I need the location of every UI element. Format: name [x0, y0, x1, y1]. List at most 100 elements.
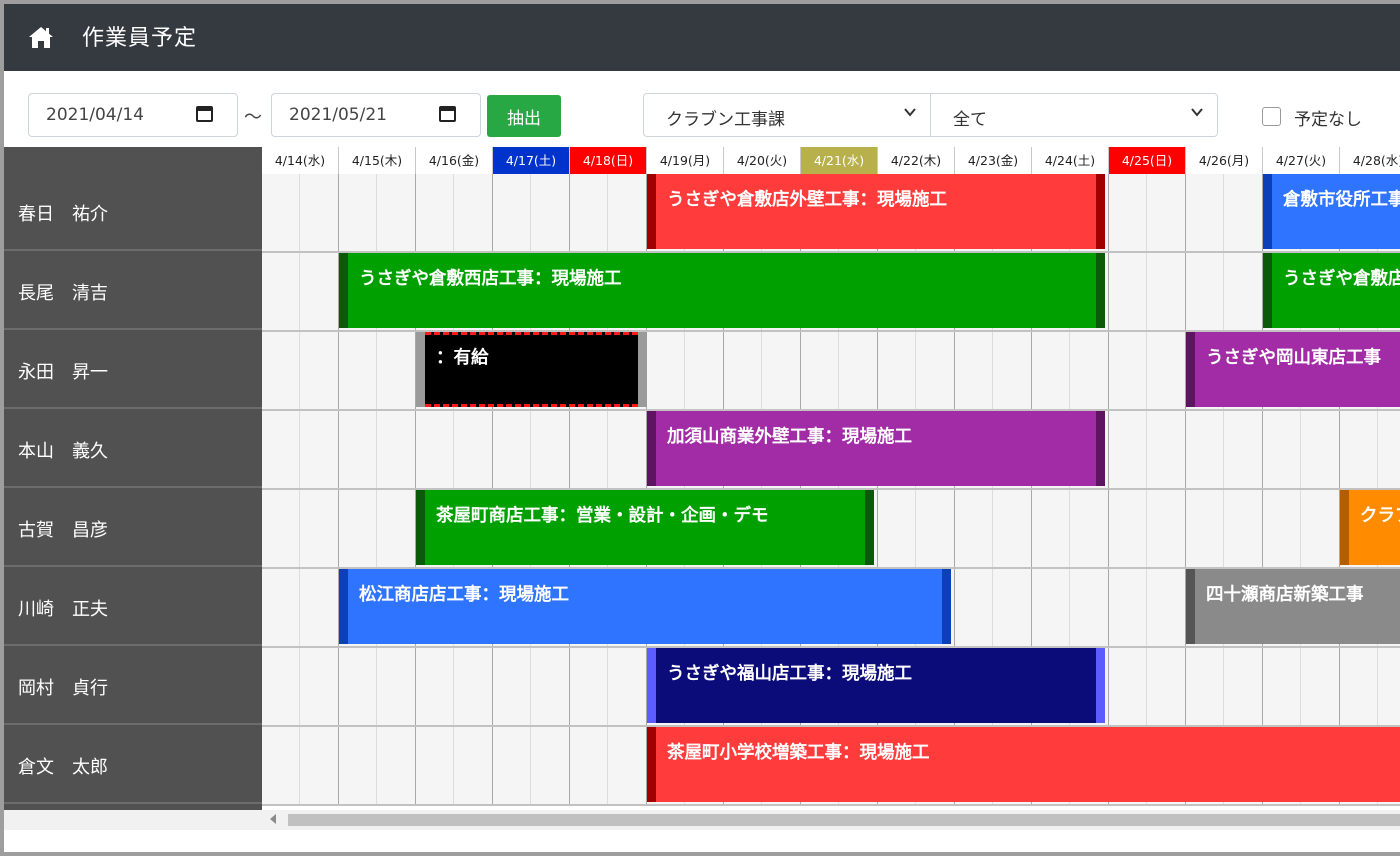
- schedule-slot[interactable]: [685, 332, 724, 409]
- task-bar-left-handle[interactable]: [1186, 569, 1195, 644]
- schedule-slot[interactable]: [1301, 490, 1340, 567]
- schedule-slot[interactable]: [1070, 332, 1109, 409]
- schedule-slot[interactable]: [1147, 253, 1186, 330]
- schedule-slot[interactable]: [454, 727, 493, 804]
- schedule-slot[interactable]: [1224, 411, 1263, 488]
- schedule-slot[interactable]: [801, 332, 839, 409]
- schedule-slot[interactable]: [878, 332, 916, 409]
- schedule-slot[interactable]: [531, 727, 570, 804]
- task-bar-left-handle[interactable]: [416, 490, 425, 565]
- schedule-slot[interactable]: [1109, 490, 1147, 567]
- schedule-slot[interactable]: [377, 727, 416, 804]
- task-bar-left-handle[interactable]: [647, 411, 656, 486]
- schedule-slot[interactable]: [570, 411, 608, 488]
- schedule-slot[interactable]: [1109, 253, 1147, 330]
- schedule-slot[interactable]: [647, 332, 685, 409]
- schedule-slot[interactable]: [724, 332, 762, 409]
- schedule-slot[interactable]: [1147, 332, 1186, 409]
- no-schedule-checkbox[interactable]: [1262, 107, 1281, 126]
- schedule-slot[interactable]: [1263, 490, 1301, 567]
- schedule-slot[interactable]: [1263, 411, 1301, 488]
- schedule-slot[interactable]: [300, 411, 339, 488]
- schedule-slot[interactable]: [570, 727, 608, 804]
- schedule-slot[interactable]: [1186, 411, 1224, 488]
- schedule-slot[interactable]: [1301, 648, 1340, 725]
- schedule-slot[interactable]: [1224, 253, 1263, 330]
- schedule-slot[interactable]: [1070, 569, 1109, 646]
- task-bar[interactable]: 四十瀬商店新築工事: [1186, 569, 1400, 644]
- schedule-slot[interactable]: [300, 569, 339, 646]
- schedule-slot[interactable]: [608, 648, 647, 725]
- schedule-slot[interactable]: [1032, 332, 1070, 409]
- schedule-slot[interactable]: [1147, 569, 1186, 646]
- task-bar-right-handle[interactable]: [1096, 648, 1105, 723]
- schedule-slot[interactable]: [416, 174, 454, 251]
- schedule-slot[interactable]: [493, 727, 531, 804]
- task-bar-right-handle[interactable]: [1096, 411, 1105, 486]
- schedule-slot[interactable]: [1378, 648, 1400, 725]
- scroll-left-icon[interactable]: [270, 814, 276, 824]
- schedule-slot[interactable]: [262, 490, 300, 567]
- schedule-slot[interactable]: [1109, 569, 1147, 646]
- schedule-slot[interactable]: [1109, 648, 1147, 725]
- schedule-slot[interactable]: [300, 648, 339, 725]
- schedule-slot[interactable]: [493, 648, 531, 725]
- schedule-slot[interactable]: [1186, 174, 1224, 251]
- schedule-slot[interactable]: [339, 490, 377, 567]
- schedule-slot[interactable]: [300, 174, 339, 251]
- schedule-slot[interactable]: [300, 332, 339, 409]
- department-select[interactable]: クラブン工事課: [643, 93, 931, 137]
- worker-row[interactable]: 古賀 昌彦: [4, 490, 262, 567]
- worker-row[interactable]: 春日 祐介: [4, 174, 262, 251]
- schedule-slot[interactable]: [993, 490, 1032, 567]
- calendar-icon[interactable]: [196, 106, 213, 122]
- task-bar[interactable]: うさぎや岡山東店工事: [1186, 332, 1400, 407]
- task-bar[interactable]: うさぎや倉敷西店工事：現場施工: [339, 253, 1105, 328]
- schedule-slot[interactable]: [993, 332, 1032, 409]
- schedule-slot[interactable]: [339, 174, 377, 251]
- schedule-slot[interactable]: [300, 253, 339, 330]
- worker-row[interactable]: 長尾 清吉: [4, 253, 262, 330]
- task-bar-right-handle[interactable]: [942, 569, 951, 644]
- schedule-slot[interactable]: [1186, 648, 1224, 725]
- schedule-slot[interactable]: [531, 411, 570, 488]
- schedule-slot[interactable]: [1147, 648, 1186, 725]
- schedule-slot[interactable]: [339, 411, 377, 488]
- worker-row[interactable]: 本山 義久: [4, 411, 262, 488]
- schedule-slot[interactable]: [762, 332, 801, 409]
- schedule-slot[interactable]: [955, 332, 993, 409]
- schedule-slot[interactable]: [454, 648, 493, 725]
- schedule-slot[interactable]: [1186, 253, 1224, 330]
- schedule-slot[interactable]: [608, 411, 647, 488]
- worker-row[interactable]: 永田 昇一: [4, 332, 262, 409]
- task-bar-left-handle[interactable]: [339, 253, 348, 328]
- schedule-slot[interactable]: [339, 727, 377, 804]
- horizontal-scrollbar[interactable]: [262, 810, 1400, 830]
- schedule-slot[interactable]: [1340, 648, 1378, 725]
- task-bar-left-handle[interactable]: [1263, 253, 1272, 328]
- task-bar-right-handle[interactable]: [1096, 253, 1105, 328]
- home-icon[interactable]: [28, 24, 54, 50]
- schedule-slot[interactable]: [339, 332, 377, 409]
- schedule-slot[interactable]: [454, 411, 493, 488]
- schedule-slot[interactable]: [531, 648, 570, 725]
- schedule-slot[interactable]: [454, 174, 493, 251]
- schedule-slot[interactable]: [262, 727, 300, 804]
- schedule-slot[interactable]: [377, 411, 416, 488]
- schedule-slot[interactable]: [1301, 411, 1340, 488]
- schedule-slot[interactable]: [1224, 174, 1263, 251]
- schedule-slot[interactable]: [570, 174, 608, 251]
- schedule-slot[interactable]: [608, 727, 647, 804]
- schedule-slot[interactable]: [377, 174, 416, 251]
- schedule-slot[interactable]: [955, 490, 993, 567]
- task-bar-left-handle[interactable]: [1263, 174, 1272, 249]
- task-bar[interactable]: 茶屋町小学校増築工事：現場施工: [647, 727, 1400, 802]
- schedule-slot[interactable]: [377, 490, 416, 567]
- schedule-slot[interactable]: [377, 648, 416, 725]
- task-bar[interactable]: ：有給: [416, 332, 647, 407]
- schedule-slot[interactable]: [1147, 411, 1186, 488]
- schedule-slot[interactable]: [262, 174, 300, 251]
- category-select[interactable]: 全て: [930, 93, 1218, 137]
- scrollbar-thumb[interactable]: [288, 814, 1400, 826]
- task-bar[interactable]: 倉敷市役所工事: [1263, 174, 1400, 249]
